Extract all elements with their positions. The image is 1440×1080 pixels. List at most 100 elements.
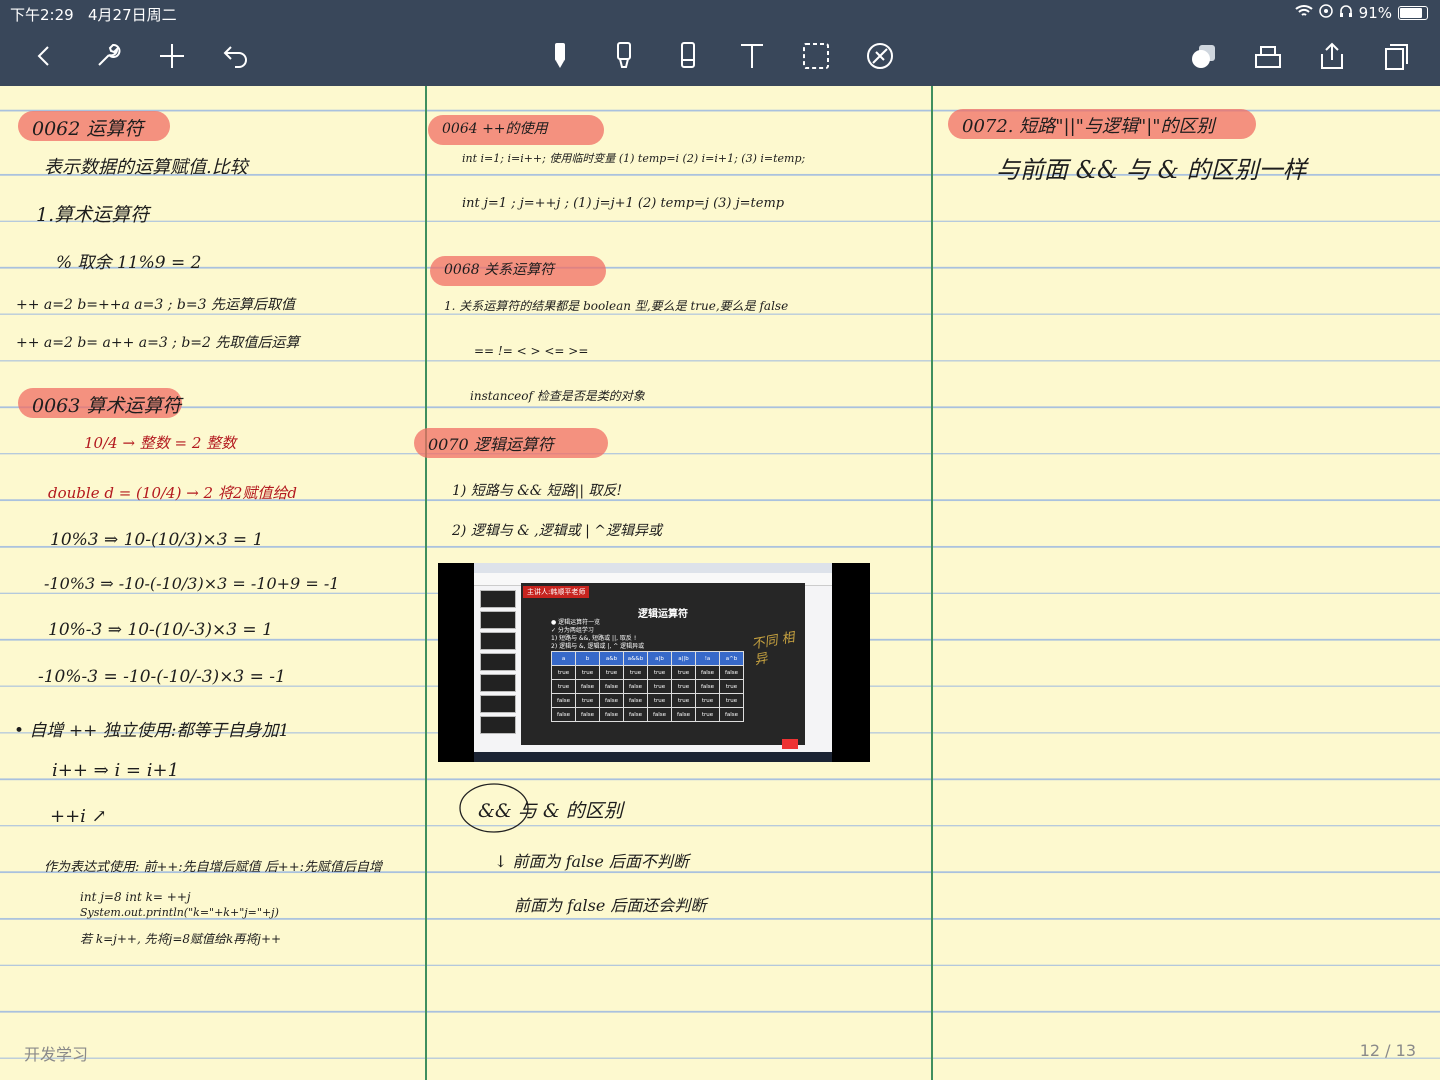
table-cell: true (647, 679, 672, 694)
table-cell: true (623, 665, 648, 680)
table-cell: true (647, 665, 672, 680)
slide-bullet: 1) 短路与 &&, 短路或 ||, 取反 ! (551, 635, 637, 642)
text-icon[interactable] (732, 36, 772, 76)
table-cell: true (647, 693, 672, 708)
table-cell: false (599, 707, 624, 722)
table-cell: false (623, 693, 648, 708)
slide-bullet: ✓ 分为两组学习 (551, 627, 594, 634)
table-cell: false (623, 707, 648, 722)
note-line: 1.算术运算符 (36, 204, 150, 226)
note-line: 作为表达式使用: 前++:先自增后赋值 后++:先赋值后自增 (44, 860, 382, 875)
note-line: int i=1; i=i++; 使用临时变量 (1) temp=i (2) i=… (462, 152, 806, 165)
table-cell: true (671, 665, 696, 680)
table-cell: true (551, 665, 576, 680)
table-cell: false (551, 693, 576, 708)
pen-icon[interactable] (540, 36, 580, 76)
table-cell: true (551, 679, 576, 694)
presenter-label: 主讲人:韩顺平老师 (523, 586, 590, 598)
wrench-icon[interactable] (88, 36, 128, 76)
heading-text: 0063 算术运算符 (32, 395, 182, 417)
slide-title: 逻辑运算符 (638, 609, 688, 620)
battery-percent: 91% (1358, 4, 1392, 22)
eraser-icon[interactable] (668, 36, 708, 76)
notebook-title[interactable]: 开发学习 (24, 1041, 88, 1065)
status-date: 4月27日周二 (88, 6, 177, 24)
slide: 主讲人:韩顺平老师 逻辑运算符 ● 逻辑运算符一览 ✓ 分为两组学习 1) 短路… (521, 583, 805, 745)
table-cell: false (623, 679, 648, 694)
slide-bullet: 2) 逻辑与 &, 逻辑或 |, ^ 逻辑异或 (551, 643, 645, 650)
note-line: == != < > <= >= (474, 344, 589, 358)
plus-icon[interactable] (152, 36, 192, 76)
table-cell: false (695, 679, 720, 694)
chevron-left-icon[interactable] (24, 36, 64, 76)
battery-icon (1398, 6, 1428, 20)
slide-thumbnail (480, 590, 516, 608)
note-line: ↓ 前面为 false 后面不判断 (494, 852, 689, 871)
note-line: -10%-3 = -10-(-10/-3)×3 = -1 (38, 667, 286, 687)
app-tab-strip (474, 563, 832, 573)
note-line: 与前面 && 与 & 的区别一样 (996, 156, 1307, 184)
slide-thumbnail (480, 611, 516, 629)
table-cell: true (575, 693, 600, 708)
table-cell: true (695, 707, 720, 722)
table-cell: false (695, 665, 720, 680)
heading-text: 0072. 短路"||"与逻辑"|"的区别 (962, 116, 1215, 137)
note-line: 1. 关系运算符的结果都是 boolean 型,要么是 true,要么是 fal… (444, 299, 789, 313)
heading-text: 0068 关系运算符 (444, 262, 555, 278)
note-line: instanceof 检查是否是类的对象 (470, 389, 645, 403)
table-cell: true (719, 693, 744, 708)
pages-icon[interactable] (1376, 36, 1416, 76)
note-line: 若 k=j++, 先将j=8赋值给k再将j++ (80, 932, 282, 946)
record-button (782, 739, 798, 749)
slide-thumbnail (480, 695, 516, 713)
slide-bullet: ● 逻辑运算符一览 (551, 619, 601, 626)
toolbar (0, 26, 1440, 107)
share-icon[interactable] (1312, 36, 1352, 76)
table-header-cell: a^b (719, 651, 744, 666)
tray-icon[interactable] (1248, 36, 1288, 76)
table-cell: false (575, 679, 600, 694)
table-row: true false false false true true false t… (551, 679, 744, 694)
note-line: i++ ⇒ i = i+1 (52, 760, 180, 781)
table-row: true true true true true true false fals… (551, 665, 744, 680)
heading-text: 0062 运算符 (32, 118, 144, 140)
note-line: 表示数据的运算赋值.比较 (44, 157, 248, 178)
table-header-cell: a&b (599, 651, 624, 666)
note-line: • 自增 ++ 独立使用:都等于自身加1 (14, 721, 290, 741)
highlighted-heading: 0070 逻辑运算符 (414, 428, 608, 458)
table-cell: false (599, 693, 624, 708)
slide-thumbnail (480, 674, 516, 692)
note-line: System.out.println("k="+k+"j="+j) (80, 906, 279, 919)
windows-taskbar (474, 752, 832, 762)
highlighted-heading: 0072. 短路"||"与逻辑"|"的区别 (948, 109, 1256, 139)
embedded-video-screenshot[interactable]: 主讲人:韩顺平老师 逻辑运算符 ● 逻辑运算符一览 ✓ 分为两组学习 1) 短路… (438, 563, 870, 762)
truth-table: a b a&b a&&b a|b a||b !a a^b true true t… (551, 651, 744, 722)
undo-icon[interactable] (216, 36, 256, 76)
circle-annotation (459, 783, 529, 833)
note-line: 10/4 → 整数 = 2 整数 (84, 434, 237, 452)
table-header-cell: a|b (647, 651, 672, 666)
table-cell: false (647, 707, 672, 722)
presentation-app: 主讲人:韩顺平老师 逻辑运算符 ● 逻辑运算符一览 ✓ 分为两组学习 1) 短路… (474, 563, 832, 762)
note-line: ++i ↗ (50, 806, 107, 827)
note-line: ++ a=2 b= a++ a=3 ; b=2 先取值后运算 (16, 335, 300, 351)
highlighter-icon[interactable] (604, 36, 644, 76)
table-cell: false (575, 707, 600, 722)
slide-thumbnails (476, 587, 516, 747)
column-divider (425, 86, 427, 1080)
laser-pointer-icon[interactable] (860, 36, 900, 76)
highlighted-heading: 0062 运算符 (18, 111, 170, 141)
slide-thumbnail (480, 653, 516, 671)
lasso-icon[interactable] (796, 36, 836, 76)
slide-thumbnail (480, 716, 516, 734)
shapes-icon[interactable] (1184, 36, 1224, 76)
table-cell: true (695, 693, 720, 708)
slide-annotation: 不同 相异 (750, 630, 796, 669)
page-indicator: 12 / 13 (1359, 1041, 1416, 1060)
note-line: -10%3 ⇒ -10-(-10/3)×3 = -10+9 = -1 (44, 574, 340, 593)
table-cell: false (671, 707, 696, 722)
highlighted-heading: 0063 算术运算符 (18, 388, 182, 418)
table-row: false true false false true true true tr… (551, 693, 744, 708)
table-cell: true (671, 693, 696, 708)
table-header-cell: a (551, 651, 576, 666)
